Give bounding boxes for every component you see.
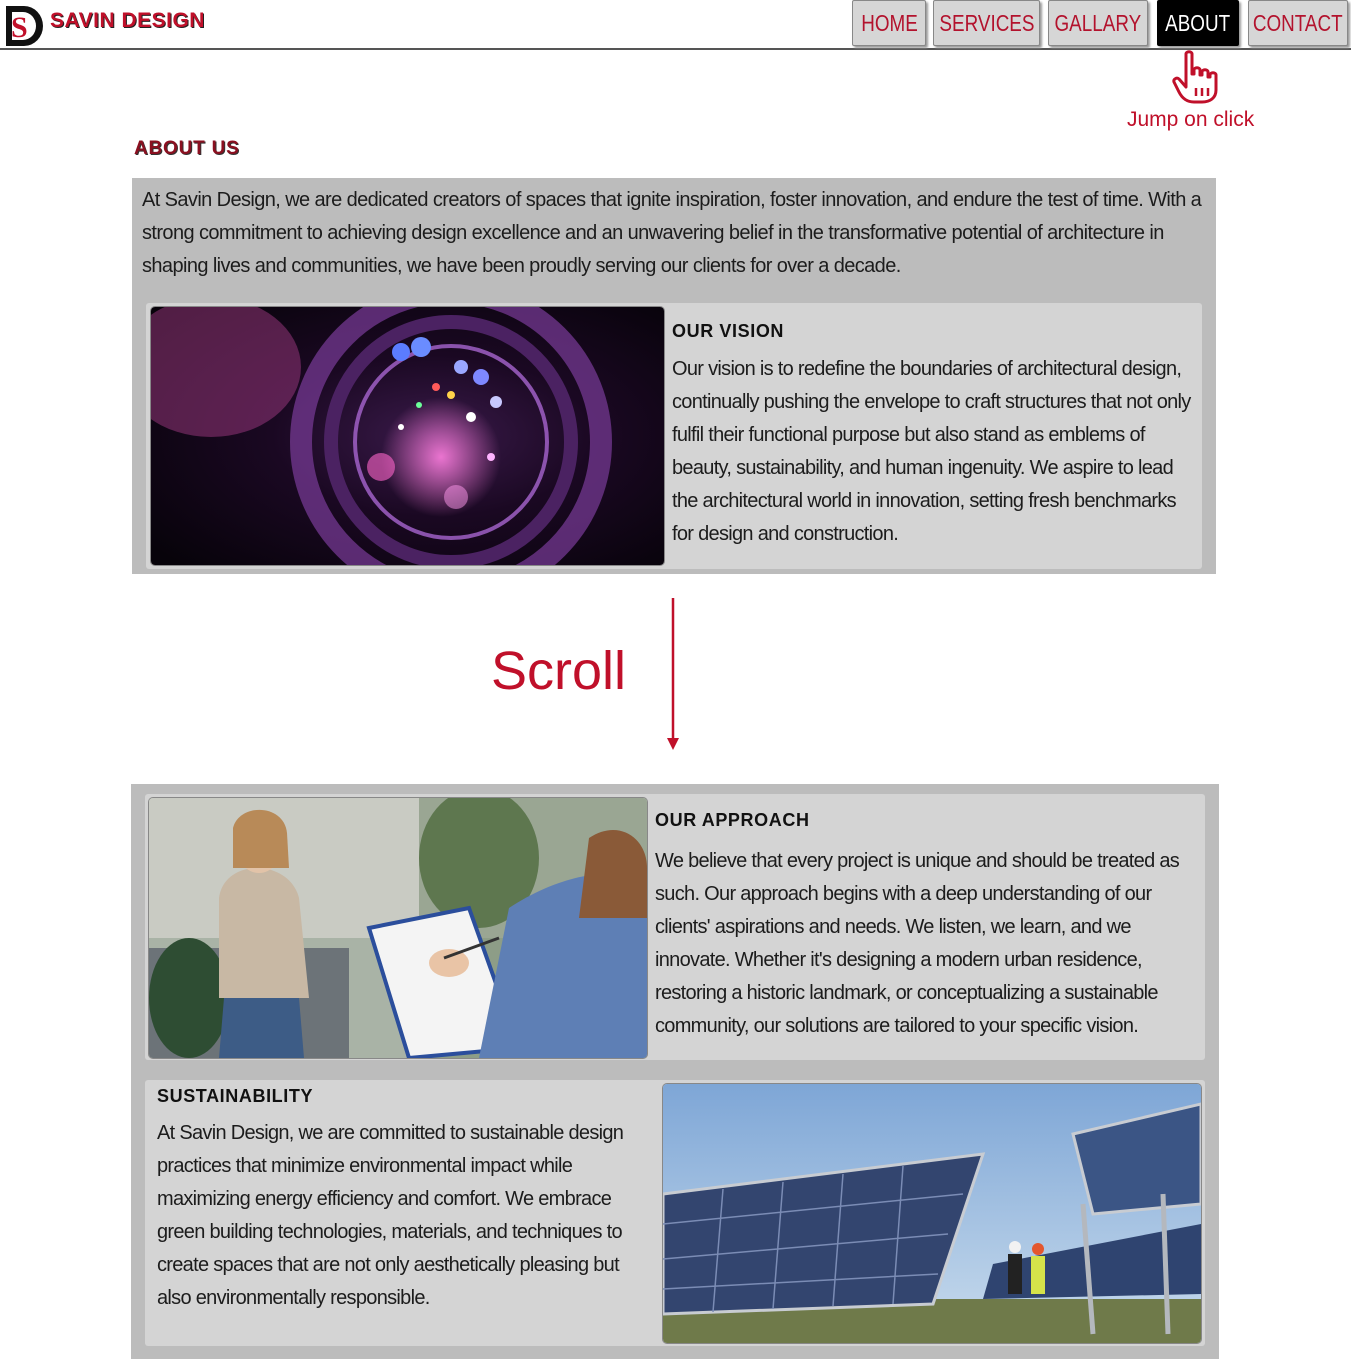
nav-services-label: SERVICES [938,9,1035,36]
camera-lens-photo [151,307,664,565]
scroll-annotation: Scroll [491,641,627,701]
nav-services[interactable]: SERVICES [933,0,1040,46]
vision-heading: OUR VISION [672,321,785,341]
nav-home-label: HOME [860,9,918,36]
nav-home[interactable]: HOME [852,0,926,46]
pointer-hand-icon [1172,50,1218,104]
sd-logo-icon[interactable]: S [2,3,44,47]
nav-contact[interactable]: CONTACT [1248,0,1348,46]
brand-name[interactable]: SAVIN DESIGN [50,9,205,33]
solar-panels-photo [663,1084,1201,1343]
nav-gallary[interactable]: GALLARY [1048,0,1148,46]
nav-about-label: ABOUT [1165,9,1231,36]
approach-heading: OUR APPROACH [655,810,810,830]
about-us-heading: ABOUT US [134,138,240,159]
about-intro-text: At Savin Design, we are dedicated creato… [142,189,1202,277]
jump-on-click-annotation: Jump on click [1127,108,1255,131]
about-panel-top: At Savin Design, we are dedicated creato… [132,178,1216,574]
site-header: S SAVIN DESIGN HOME SERVICES GALLARY ABO… [0,0,1351,50]
approach-text: We believe that every project is unique … [655,850,1180,1037]
nav-gallary-label: GALLARY [1054,9,1142,36]
sustainability-heading: SUSTAINABILITY [157,1086,314,1106]
nav-contact-label: CONTACT [1253,9,1343,36]
vision-text: Our vision is to redefine the boundaries… [672,358,1191,545]
client-consultation-photo [149,798,647,1058]
logo-letter: S [11,11,28,44]
about-panel-bottom: OUR APPROACH We believe that every proje… [131,784,1219,1359]
sustainability-card: SUSTAINABILITY At Savin Design, we are c… [145,1080,1205,1346]
approach-card: OUR APPROACH We believe that every proje… [145,794,1205,1060]
nav-about[interactable]: ABOUT [1157,0,1239,46]
down-arrow-icon [667,598,679,750]
vision-card: OUR VISION Our vision is to redefine the… [146,303,1202,569]
sustainability-text: At Savin Design, we are committed to sus… [157,1122,624,1309]
